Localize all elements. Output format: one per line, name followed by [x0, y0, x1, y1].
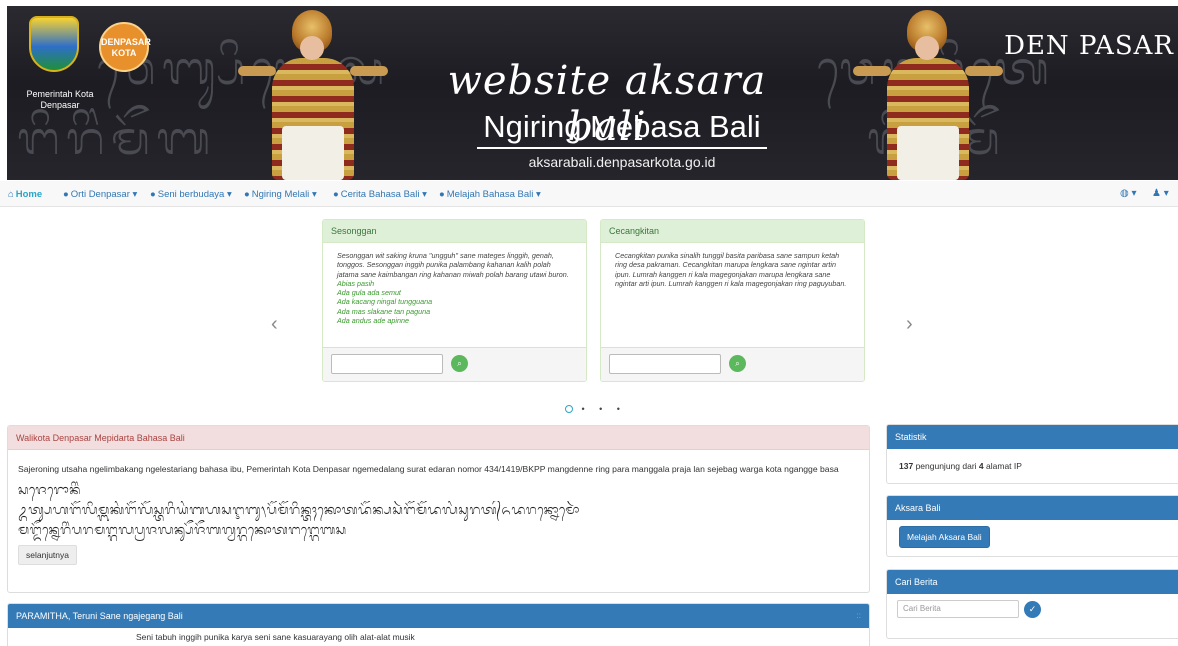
aksara-bali-title: Aksara Bali: [887, 496, 1178, 520]
nav-seni-berbudaya[interactable]: ● Seni berbudaya ▾: [150, 189, 232, 200]
news-title[interactable]: Walikota Denpasar Mepidarta Bahasa Bali: [8, 426, 869, 450]
chevron-circle-icon: ●: [150, 189, 156, 200]
visitor-stats: 137 pengunjung dari 4 alamat IP: [899, 461, 1022, 471]
nav-cerita-bahasa-bali[interactable]: ● Cerita Bahasa Bali ▾: [333, 189, 427, 200]
pemkot-label: Pemerintah Kota Denpasar: [26, 89, 94, 110]
nav-home[interactable]: ⌂ Home: [8, 189, 42, 200]
nav-ngiring-melali[interactable]: ● Ngiring Melali ▾: [244, 189, 317, 200]
collapse-icon[interactable]: ::: [857, 604, 861, 628]
cecangkitan-card: Cecangkitan Cecangkitan punika sinalih t…: [600, 219, 865, 382]
example-item: Abias pasih: [337, 278, 375, 288]
carousel-indicators[interactable]: • • •: [565, 404, 626, 414]
melajah-aksara-button[interactable]: Melajah Aksara Bali: [899, 526, 990, 548]
header-banner: ᬯᬾᬩ᭄ᬲᬶᬢᬾᬅ ᬗᬶᬭᬶᬂᬫᭂᬩ ᬯᬾᬩ᭄ᬲᬶᬢᬾ ᬗᬶᬭᬶᬂᬫᭂ DENP…: [7, 6, 1178, 180]
card-body: Sesonggan wit saking kruna "ungguh" sane…: [323, 243, 586, 347]
denpasar-brand-logo: DEN PASAR: [1004, 31, 1174, 61]
nav-melajah-bahasa-bali[interactable]: ● Melajah Bahasa Bali ▾: [439, 189, 541, 200]
dancer-image: [847, 6, 1007, 180]
indicator-active[interactable]: [565, 404, 573, 413]
chevron-circle-icon: ●: [244, 189, 250, 200]
user-menu-dropdown[interactable]: ♟ ▾: [1152, 188, 1169, 199]
carousel-prev-arrow[interactable]: ‹: [271, 313, 278, 336]
chevron-circle-icon: ●: [439, 189, 445, 200]
paramitha-title[interactable]: PARAMITHA, Teruni Sane ngajegang Bali::: [8, 604, 869, 628]
chevron-circle-icon: ●: [63, 189, 69, 200]
news-search-input[interactable]: Cari Berita: [897, 600, 1019, 618]
globe-language-dropdown[interactable]: ◍ ▾: [1120, 188, 1137, 199]
card-body: Cecangkitan punika sinalih tunggil basit…: [615, 251, 847, 288]
example-item: Ada gula ada semut: [337, 288, 401, 298]
site-domain: aksarabali.denpasarkota.go.id: [528, 154, 716, 170]
search-icon[interactable]: ⌕: [451, 355, 468, 372]
sesonggan-card: Sesonggan Sesonggan wit saking kruna "un…: [322, 219, 587, 382]
denpasar-kota-logo[interactable]: DENPASAR KOTA: [99, 22, 151, 72]
banner-script-decoration: ᬗᬶᬭᬶᬂᬫᭂᬩ: [17, 111, 217, 165]
search-icon[interactable]: ⌕: [729, 355, 746, 372]
check-icon[interactable]: ✓: [1024, 601, 1041, 618]
example-item: Ada kacang ningal tungguana: [337, 297, 433, 307]
aksara-bali-panel: Aksara Bali Melajah Aksara Bali: [886, 495, 1178, 557]
cecangkitan-search-input[interactable]: [609, 354, 721, 374]
cari-berita-panel: Cari Berita Cari Berita ✓: [886, 569, 1178, 639]
globe-icon: ◍: [1120, 188, 1129, 199]
home-icon: ⌂: [8, 189, 14, 200]
statistik-panel: Statistik 137 pengunjung dari 4 alamat I…: [886, 424, 1178, 484]
site-subtitle: Ngiring Mebasa Bali: [477, 109, 767, 149]
dancer-image: [232, 6, 392, 180]
news-panel: Walikota Denpasar Mepidarta Bahasa Bali …: [7, 425, 870, 593]
main-navbar: ⌂ Home ● Orti Denpasar ▾ ● Seni berbudaya ▾…: [0, 181, 1178, 207]
paramitha-panel: PARAMITHA, Teruni Sane ngajegang Bali:: …: [7, 603, 870, 646]
paramitha-excerpt: Seni tabuh inggih punika karya seni sane…: [136, 632, 415, 642]
carousel-next-arrow[interactable]: ›: [906, 313, 913, 336]
card-title: Sesonggan: [323, 220, 586, 243]
example-item: Ada andus ade apinne: [337, 316, 409, 326]
statistik-title: Statistik: [887, 425, 1178, 449]
news-script-text: ᬲᬚᬾᬭᭀᬦᬶᬂ ᬉᬢ᭄ᬲᬳᬗᭂᬮᬶᬫ᭄ᬩᬓᬂᬗᭂᬮᭂᬲ᭄ᬢᬭᬶᬬᬂᬩᬳᬲᬇᬩᬸ…: [18, 483, 580, 538]
news-excerpt: Sajeroning utsaha ngelimbakang ngelestar…: [18, 464, 839, 474]
card-title: Cecangkitan: [601, 220, 864, 243]
pemkot-logo[interactable]: [24, 16, 84, 78]
cari-berita-title: Cari Berita: [887, 570, 1178, 594]
sesonggan-search-input[interactable]: [331, 354, 443, 374]
example-item: Ada mas slakane tan paguna: [337, 306, 431, 316]
user-icon: ♟: [1152, 188, 1161, 199]
nav-orti-denpasar[interactable]: ● Orti Denpasar ▾: [63, 189, 137, 200]
chevron-circle-icon: ●: [333, 189, 339, 200]
read-more-button[interactable]: selanjutnya: [18, 545, 78, 565]
